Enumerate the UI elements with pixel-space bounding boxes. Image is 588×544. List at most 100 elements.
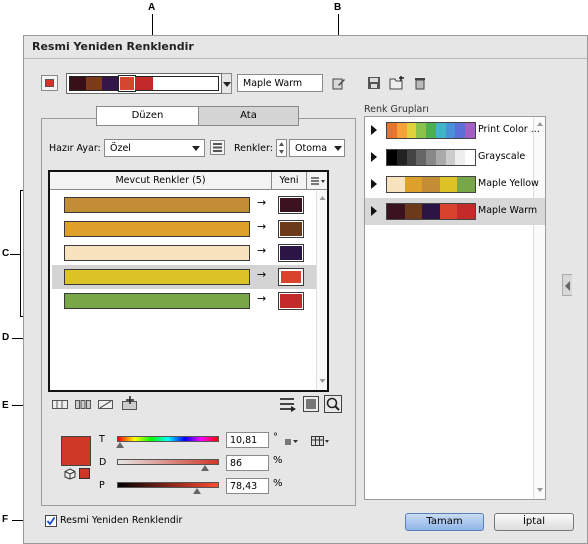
group-name-field[interactable]: Maple Warm [237,74,323,92]
brightness-value-field[interactable]: 78,43 [226,478,269,494]
group-color-chip [455,150,466,165]
saturation-unit: % [273,455,283,466]
group-name: Maple Warm [478,205,538,216]
expand-triangle-icon[interactable] [371,152,377,162]
new-row-icon[interactable] [122,396,138,414]
recolor-checkbox[interactable] [45,515,57,527]
group-color-chip [445,150,456,165]
new-color-swatch[interactable] [278,292,304,310]
current-color-bar[interactable] [64,197,250,213]
group-color-chip [465,123,476,138]
callout-e: E [2,400,9,411]
brightness-slider-thumb[interactable] [192,488,201,494]
color-bands-icon[interactable] [311,435,329,451]
arrow-right-icon[interactable]: → [257,268,266,281]
arrow-right-icon[interactable]: → [257,220,266,233]
group-color-strip [386,203,476,220]
callout-c-bracket-v [20,190,21,316]
color-reduction-options-button[interactable] [210,140,225,155]
randomize-saturation-icon[interactable] [303,396,319,416]
tab-assign[interactable]: Ata [198,106,299,126]
new-color-swatch[interactable] [278,196,304,214]
color-group-bar[interactable] [66,73,222,94]
table-row[interactable]: → [52,241,316,265]
callout-c-tick [10,254,20,255]
expand-triangle-icon[interactable] [371,125,377,135]
current-color-bar[interactable] [64,245,250,261]
new-color-fill [280,246,302,260]
current-color-bar[interactable] [64,269,250,285]
color-group-item[interactable]: Grayscale [365,144,545,171]
group-swatch [118,75,136,92]
randomize-color-order-icon[interactable] [279,396,297,416]
new-color-swatch[interactable] [278,268,304,286]
new-group-icon[interactable] [389,75,407,90]
brightness-unit: % [273,478,283,489]
color-group-item[interactable]: Maple Warm [365,198,545,225]
merge-colors-icon[interactable] [52,398,68,414]
hue-slider[interactable] [117,436,219,442]
slider-label-saturation: D [99,457,107,468]
expand-triangle-icon[interactable] [371,206,377,216]
callout-d: D [2,332,10,343]
chevron-down-icon [334,146,342,151]
new-color-swatch[interactable] [278,244,304,262]
group-color-chip [422,204,440,219]
delete-group-icon[interactable] [414,76,426,90]
current-color-bar[interactable] [64,293,250,309]
ok-button[interactable]: Tamam [405,513,484,531]
new-color-swatch[interactable] [278,220,304,238]
hue-slider-thumb[interactable] [116,442,125,448]
expand-triangle-icon[interactable] [371,179,377,189]
color-group-dropdown[interactable] [222,73,232,94]
brightness-slider[interactable] [117,482,219,488]
color-group-item[interactable]: Print Color ... [365,117,545,144]
title-separator [24,58,587,59]
group-color-strip [386,122,476,139]
exclude-colors-icon[interactable] [98,398,114,414]
save-group-icon[interactable] [367,76,381,90]
table-scrollbar[interactable] [316,191,327,390]
group-color-chip [445,123,456,138]
table-row[interactable]: → [52,193,316,217]
search-icon[interactable] [324,395,342,417]
group-color-chip [387,150,397,165]
slider-label-brightness: P [99,480,105,491]
preset-dropdown[interactable]: Özel [104,139,205,157]
group-color-chip [435,150,446,165]
separate-colors-icon[interactable] [75,398,91,414]
tab-edit[interactable]: Düzen [96,106,199,126]
new-color-fill [280,294,302,308]
arrow-right-icon[interactable]: → [257,244,266,257]
hue-value-field[interactable]: 10,81 [226,432,269,448]
arrow-right-icon[interactable]: → [257,292,266,305]
group-color-chip [396,123,407,138]
table-options-button[interactable] [307,172,327,190]
selected-color-swatch[interactable] [61,436,91,466]
table-row[interactable]: → [52,217,316,241]
saturation-slider-thumb[interactable] [200,465,209,471]
arrow-right-icon[interactable]: → [257,196,266,209]
group-color-chip [426,150,436,165]
table-row[interactable]: → [52,289,316,313]
group-color-chip [439,177,458,192]
group-swatch [70,77,86,90]
collapse-panel-tab[interactable] [562,274,572,296]
current-color-button[interactable] [41,75,58,91]
color-group-item[interactable]: Maple Yellow [365,171,545,198]
color-mode-menu-icon[interactable] [285,437,299,451]
current-color-bar[interactable] [64,221,250,237]
saturation-value-field[interactable]: 86 [226,455,269,471]
color-group-swatches [69,75,219,92]
cancel-button[interactable]: İptal [494,513,574,531]
new-color-fill [280,222,302,236]
group-color-chip [396,150,407,165]
recolor-checkbox-label: Resmi Yeniden Renklendir [60,515,183,526]
new-color-fill [280,270,302,284]
table-row[interactable]: → [52,265,316,289]
small-color-swatch[interactable] [79,468,90,479]
save-changes-icon[interactable] [332,76,346,90]
group-swatch [135,77,153,90]
group-name: Grayscale [478,151,526,162]
colors-stepper[interactable] [276,139,287,157]
